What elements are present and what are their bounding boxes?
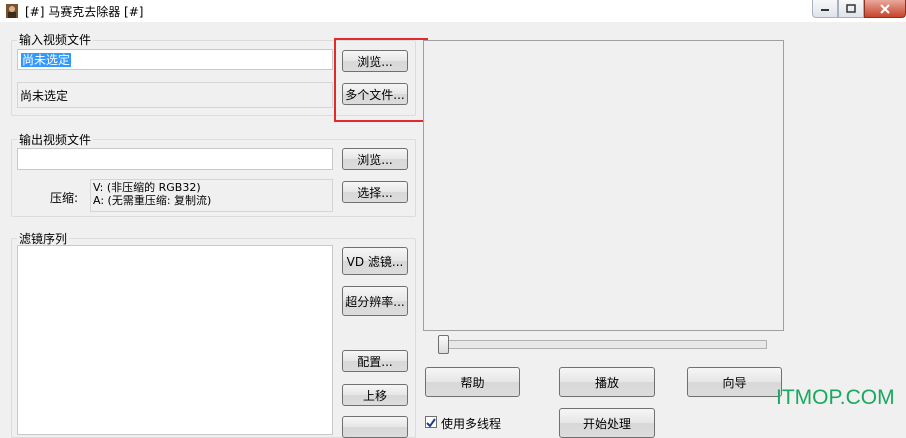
input-status-text: 尚未选定 bbox=[20, 89, 69, 103]
app-icon bbox=[5, 3, 19, 19]
check-icon bbox=[426, 418, 436, 428]
title-bar: [#] 马赛克去除器 [#] bbox=[0, 0, 906, 22]
compression-label: 压缩: bbox=[50, 191, 79, 205]
compression-audio: A: (无需重压缩: 复制流) bbox=[93, 194, 212, 207]
output-file-field[interactable] bbox=[17, 148, 333, 170]
multithread-label: 使用多线程 bbox=[441, 417, 502, 431]
compression-video: V: (非压缩的 RGB32) bbox=[93, 181, 201, 194]
close-button[interactable] bbox=[864, 0, 906, 18]
output-browse-button[interactable]: 浏览... bbox=[342, 148, 408, 170]
seek-slider-track[interactable] bbox=[440, 340, 767, 349]
maximize-button[interactable] bbox=[838, 0, 864, 18]
multithread-checkbox[interactable] bbox=[425, 416, 437, 428]
super-resolution-button[interactable]: 超分辨率... bbox=[342, 286, 408, 316]
move-up-button[interactable]: 上移 bbox=[342, 384, 408, 406]
play-button[interactable]: 播放 bbox=[559, 367, 655, 397]
input-file-value: 尚未选定 bbox=[21, 53, 72, 67]
minimize-button[interactable] bbox=[812, 0, 838, 18]
site-watermark: ITMOP.COM bbox=[776, 386, 895, 409]
wizard-button[interactable]: 向导 bbox=[687, 367, 782, 397]
input-status-field: 尚未选定 bbox=[17, 82, 333, 108]
output-video-group-label: 输出视频文件 bbox=[17, 131, 94, 148]
maximize-icon bbox=[846, 4, 856, 13]
input-file-field[interactable]: 尚未选定 bbox=[17, 49, 333, 70]
close-icon bbox=[880, 4, 890, 14]
minimize-icon bbox=[821, 9, 829, 11]
seek-slider-thumb[interactable] bbox=[438, 335, 449, 354]
compression-info: V: (非压缩的 RGB32) A: (无需重压缩: 复制流) bbox=[90, 179, 333, 212]
video-preview bbox=[423, 40, 784, 331]
select-compression-button[interactable]: 选择... bbox=[342, 181, 408, 203]
filter-list[interactable] bbox=[17, 245, 333, 435]
move-down-button[interactable] bbox=[342, 416, 408, 438]
configure-button[interactable]: 配置... bbox=[342, 350, 408, 372]
input-video-group-label: 输入视频文件 bbox=[17, 31, 94, 48]
vd-filter-button[interactable]: VD 滤镜... bbox=[342, 247, 408, 275]
help-button[interactable]: 帮助 bbox=[425, 367, 520, 397]
highlight-box bbox=[334, 38, 428, 122]
start-process-button[interactable]: 开始处理 bbox=[559, 408, 655, 438]
window-title: [#] 马赛克去除器 [#] bbox=[25, 5, 144, 19]
